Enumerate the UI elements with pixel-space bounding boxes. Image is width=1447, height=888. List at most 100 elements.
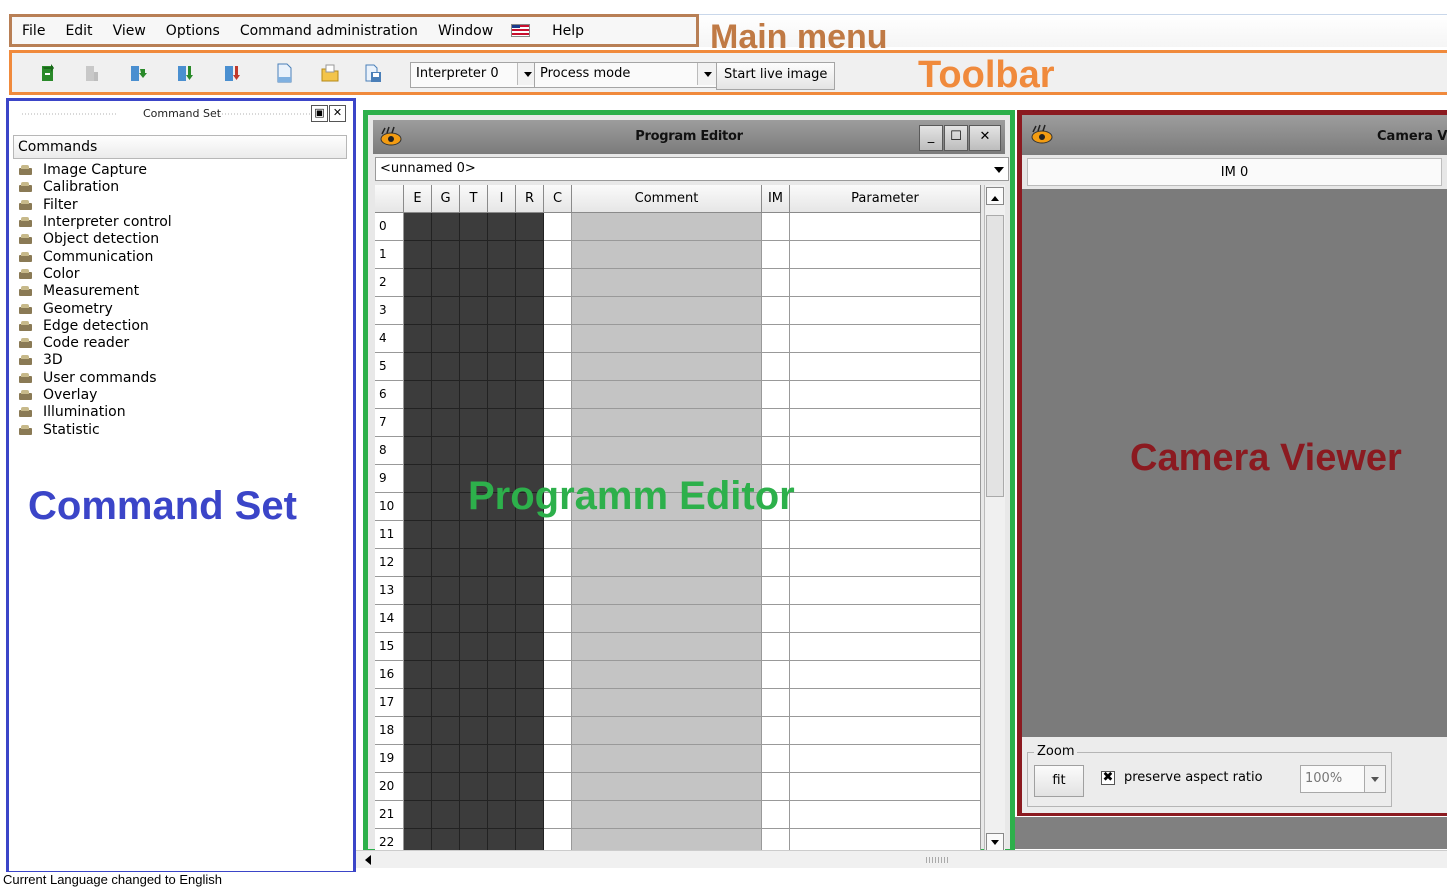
table-cell[interactable] bbox=[404, 241, 432, 269]
command-item-overlay[interactable]: Overlay bbox=[19, 387, 319, 404]
table-cell[interactable] bbox=[516, 269, 544, 297]
table-cell[interactable] bbox=[544, 633, 572, 661]
column-header-c[interactable]: C bbox=[544, 185, 572, 213]
table-row[interactable]: 7 bbox=[375, 409, 983, 437]
table-cell[interactable] bbox=[762, 577, 790, 605]
mode-select[interactable]: Process mode bbox=[534, 62, 719, 88]
table-cell[interactable] bbox=[460, 297, 488, 325]
table-cell[interactable] bbox=[404, 633, 432, 661]
command-item-color[interactable]: Color bbox=[19, 266, 319, 283]
table-cell[interactable] bbox=[516, 717, 544, 745]
command-item-user-commands[interactable]: User commands bbox=[19, 370, 319, 387]
table-cell[interactable] bbox=[544, 325, 572, 353]
table-cell[interactable] bbox=[460, 325, 488, 353]
fit-button[interactable]: fit bbox=[1034, 765, 1084, 797]
table-cell[interactable] bbox=[790, 409, 981, 437]
interpreter-select[interactable]: Interpreter 0 bbox=[410, 62, 539, 88]
table-cell[interactable] bbox=[762, 689, 790, 717]
table-cell[interactable] bbox=[790, 269, 981, 297]
table-cell[interactable] bbox=[432, 577, 460, 605]
table-cell[interactable] bbox=[460, 437, 488, 465]
command-item-calibration[interactable]: Calibration bbox=[19, 179, 319, 196]
table-cell[interactable] bbox=[404, 353, 432, 381]
table-cell[interactable] bbox=[488, 577, 516, 605]
table-row[interactable]: 0 bbox=[375, 213, 983, 241]
command-item-interpreter-control[interactable]: Interpreter control bbox=[19, 214, 319, 231]
table-cell[interactable] bbox=[762, 325, 790, 353]
table-cell[interactable] bbox=[432, 465, 460, 493]
table-cell[interactable] bbox=[790, 465, 981, 493]
column-header-t[interactable]: T bbox=[460, 185, 488, 213]
close-icon[interactable]: ✕ bbox=[969, 125, 1001, 151]
column-header-im[interactable]: IM bbox=[762, 185, 790, 213]
table-cell[interactable] bbox=[460, 521, 488, 549]
table-cell[interactable] bbox=[460, 381, 488, 409]
table-cell[interactable] bbox=[790, 353, 981, 381]
table-cell[interactable] bbox=[516, 409, 544, 437]
table-cell[interactable] bbox=[488, 353, 516, 381]
table-cell[interactable] bbox=[432, 521, 460, 549]
table-cell[interactable] bbox=[404, 605, 432, 633]
table-cell[interactable] bbox=[544, 689, 572, 717]
table-cell[interactable] bbox=[516, 437, 544, 465]
table-cell[interactable] bbox=[488, 745, 516, 773]
table-cell[interactable] bbox=[432, 353, 460, 381]
table-cell[interactable] bbox=[432, 325, 460, 353]
table-cell[interactable] bbox=[488, 633, 516, 661]
start-live-image-button[interactable]: Start live image bbox=[716, 62, 836, 90]
step-down-icon[interactable] bbox=[176, 63, 194, 83]
table-cell[interactable] bbox=[488, 661, 516, 689]
table-row[interactable]: 5 bbox=[375, 353, 983, 381]
table-cell[interactable] bbox=[762, 549, 790, 577]
table-cell[interactable] bbox=[516, 521, 544, 549]
table-cell[interactable] bbox=[762, 269, 790, 297]
table-cell[interactable] bbox=[572, 717, 762, 745]
table-cell[interactable] bbox=[460, 689, 488, 717]
table-cell[interactable] bbox=[488, 381, 516, 409]
step-into-icon[interactable] bbox=[129, 63, 147, 83]
command-item-image-capture[interactable]: Image Capture bbox=[19, 162, 319, 179]
table-cell[interactable] bbox=[762, 605, 790, 633]
table-row[interactable]: 3 bbox=[375, 297, 983, 325]
table-cell[interactable] bbox=[572, 437, 762, 465]
table-row[interactable]: 4 bbox=[375, 325, 983, 353]
table-cell[interactable] bbox=[404, 437, 432, 465]
table-cell[interactable] bbox=[790, 241, 981, 269]
table-cell[interactable] bbox=[572, 521, 762, 549]
horizontal-scrollbar[interactable] bbox=[356, 850, 1447, 868]
table-cell[interactable] bbox=[544, 409, 572, 437]
table-cell[interactable] bbox=[572, 325, 762, 353]
save-icon[interactable] bbox=[364, 63, 382, 83]
table-cell[interactable] bbox=[572, 605, 762, 633]
table-cell[interactable] bbox=[404, 521, 432, 549]
table-cell[interactable] bbox=[404, 773, 432, 801]
table-cell[interactable] bbox=[762, 773, 790, 801]
table-cell[interactable] bbox=[572, 801, 762, 829]
table-cell[interactable] bbox=[488, 689, 516, 717]
table-cell[interactable] bbox=[432, 381, 460, 409]
chevron-down-icon[interactable] bbox=[994, 167, 1004, 178]
table-cell[interactable] bbox=[404, 409, 432, 437]
table-cell[interactable] bbox=[404, 381, 432, 409]
preserve-aspect-checkbox[interactable]: ✖ bbox=[1101, 771, 1115, 785]
table-cell[interactable] bbox=[790, 325, 981, 353]
table-row[interactable]: 11 bbox=[375, 521, 983, 549]
table-cell[interactable] bbox=[572, 381, 762, 409]
table-row[interactable]: 13 bbox=[375, 577, 983, 605]
menu-file[interactable]: File bbox=[22, 23, 45, 39]
table-cell[interactable] bbox=[460, 241, 488, 269]
step-end-icon[interactable] bbox=[223, 63, 241, 83]
command-item-code-reader[interactable]: Code reader bbox=[19, 335, 319, 352]
table-cell[interactable] bbox=[460, 661, 488, 689]
table-cell[interactable] bbox=[488, 801, 516, 829]
table-cell[interactable] bbox=[516, 661, 544, 689]
column-header-parameter[interactable]: Parameter bbox=[790, 185, 981, 213]
table-cell[interactable] bbox=[488, 269, 516, 297]
table-cell[interactable] bbox=[460, 213, 488, 241]
table-cell[interactable] bbox=[488, 297, 516, 325]
menu-window[interactable]: Window bbox=[438, 23, 493, 39]
command-item-object-detection[interactable]: Object detection bbox=[19, 231, 319, 248]
table-cell[interactable] bbox=[460, 745, 488, 773]
table-cell[interactable] bbox=[572, 297, 762, 325]
table-cell[interactable] bbox=[488, 717, 516, 745]
